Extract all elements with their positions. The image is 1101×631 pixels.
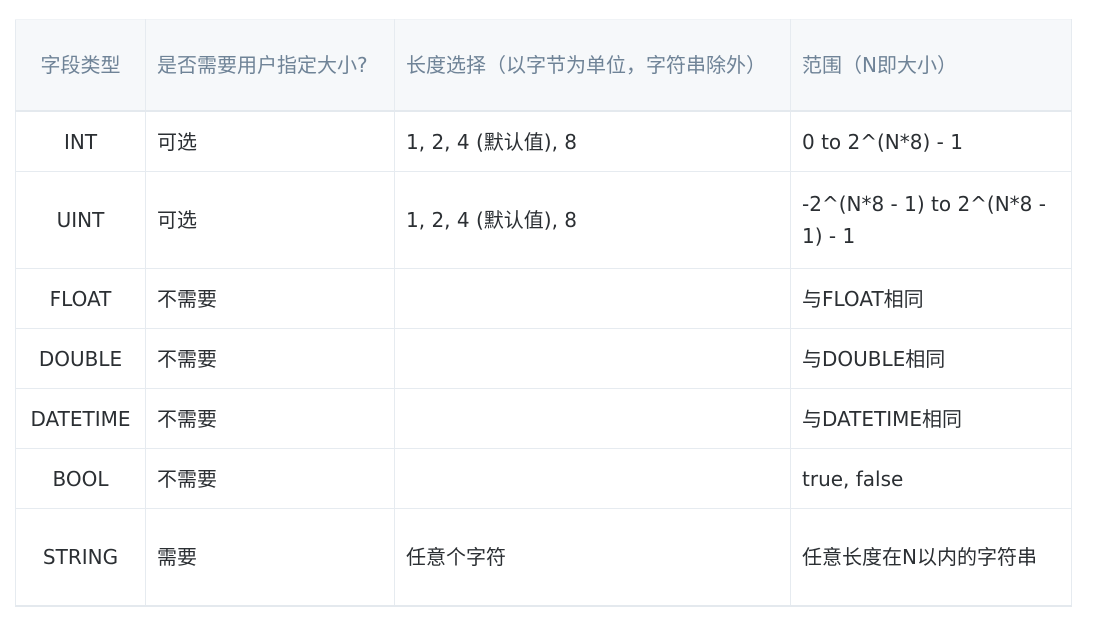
cell-type: DOUBLE <box>15 328 146 389</box>
cell-length: 1, 2, 4 (默认值), 8 <box>394 171 791 269</box>
table-row: INT 可选 1, 2, 4 (默认值), 8 0 to 2^(N*8) - 1 <box>15 110 1072 172</box>
cell-length: 1, 2, 4 (默认值), 8 <box>394 110 791 172</box>
cell-required: 不需要 <box>145 328 395 389</box>
cell-type: UINT <box>15 171 146 269</box>
cell-length <box>394 328 791 389</box>
table-row: DOUBLE 不需要 与DOUBLE相同 <box>15 328 1072 389</box>
table-row: STRING 需要 任意个字符 任意长度在N以内的字符串 <box>15 508 1072 607</box>
table-row: FLOAT 不需要 与FLOAT相同 <box>15 268 1072 329</box>
cell-length: 任意个字符 <box>394 508 791 607</box>
table-row: BOOL 不需要 true, false <box>15 448 1072 509</box>
cell-required: 可选 <box>145 110 395 172</box>
cell-required: 不需要 <box>145 268 395 329</box>
cell-length <box>394 388 791 449</box>
cell-type: BOOL <box>15 448 146 509</box>
cell-type: STRING <box>15 508 146 607</box>
table-row: DATETIME 不需要 与DATETIME相同 <box>15 388 1072 449</box>
cell-length <box>394 268 791 329</box>
cell-range: true, false <box>790 448 1072 509</box>
header-range: 范围（N即大小） <box>790 19 1072 112</box>
header-length-options: 长度选择（以字节为单位，字符串除外） <box>394 19 791 112</box>
cell-range: 与FLOAT相同 <box>790 268 1072 329</box>
field-type-table: 字段类型 是否需要用户指定大小? 长度选择（以字节为单位，字符串除外） 范围（N… <box>15 19 1072 607</box>
field-type-table-container: 字段类型 是否需要用户指定大小? 长度选择（以字节为单位，字符串除外） 范围（N… <box>15 19 1072 607</box>
cell-type: DATETIME <box>15 388 146 449</box>
cell-type: INT <box>15 110 146 172</box>
cell-range: 与DOUBLE相同 <box>790 328 1072 389</box>
header-field-type: 字段类型 <box>15 19 146 112</box>
header-size-required: 是否需要用户指定大小? <box>145 19 395 112</box>
cell-range: 任意长度在N以内的字符串 <box>790 508 1072 607</box>
table-header-row: 字段类型 是否需要用户指定大小? 长度选择（以字节为单位，字符串除外） 范围（N… <box>15 19 1072 112</box>
cell-type: FLOAT <box>15 268 146 329</box>
cell-required: 不需要 <box>145 448 395 509</box>
cell-length <box>394 448 791 509</box>
table-row: UINT 可选 1, 2, 4 (默认值), 8 -2^(N*8 - 1) to… <box>15 171 1072 269</box>
cell-required: 需要 <box>145 508 395 607</box>
cell-required: 不需要 <box>145 388 395 449</box>
cell-range: -2^(N*8 - 1) to 2^(N*8 - 1) - 1 <box>790 171 1072 269</box>
cell-required: 可选 <box>145 171 395 269</box>
cell-range: 0 to 2^(N*8) - 1 <box>790 110 1072 172</box>
cell-range: 与DATETIME相同 <box>790 388 1072 449</box>
